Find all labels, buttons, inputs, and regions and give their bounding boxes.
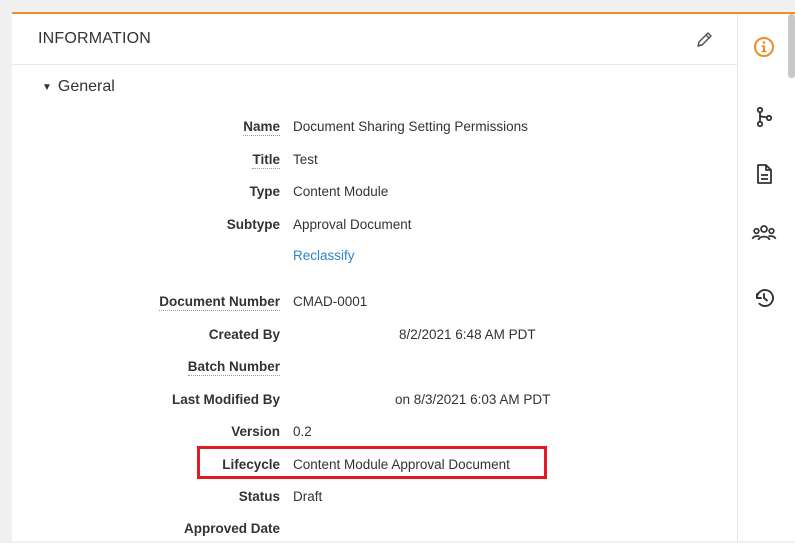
sidebar-accent-border	[737, 12, 795, 14]
field-created-by-row: Created By 8/2/2021 6:48 AM PDT	[12, 323, 737, 349]
field-label-version: Version	[231, 424, 280, 439]
field-last-modified-by-row: Last Modified By on 8/3/2021 6:03 AM PDT	[12, 388, 737, 414]
field-label-document-number: Document Number	[159, 294, 280, 311]
panel-header: INFORMATION	[12, 14, 737, 65]
field-name-row: Name Document Sharing Setting Permission…	[12, 115, 737, 141]
panel-title: INFORMATION	[38, 30, 152, 47]
field-approved-date-row: Approved Date	[12, 517, 737, 543]
field-value-last-modified-by: on 8/3/2021 6:03 AM PDT	[395, 392, 551, 407]
field-label-approved-date: Approved Date	[183, 521, 280, 536]
field-version-row: Version 0.2	[12, 420, 737, 446]
field-value-title: Test	[293, 152, 318, 167]
field-batch-number-row: Batch Number	[12, 355, 737, 381]
field-label-created-by: Created By	[208, 327, 280, 342]
history-icon[interactable]	[750, 284, 778, 312]
field-label-batch-number: Batch Number	[187, 359, 280, 376]
document-icon[interactable]	[750, 160, 778, 188]
field-type-row: Type Content Module	[12, 180, 737, 206]
field-label-name: Name	[243, 119, 280, 136]
scrollbar-thumb[interactable]	[788, 14, 795, 78]
field-value-subtype: Approval Document	[293, 217, 412, 232]
lifecycle-highlight-box	[197, 446, 547, 479]
field-value-name: Document Sharing Setting Permissions	[293, 119, 528, 134]
field-value-created-by: 8/2/2021 6:48 AM PDT	[399, 327, 536, 342]
field-value-status: Draft	[293, 489, 323, 504]
caret-down-icon: ▼	[42, 81, 52, 93]
section-general-label: General	[57, 78, 115, 95]
field-label-subtype: Subtype	[226, 217, 280, 232]
field-document-number-row: Document Number CMAD-0001	[12, 290, 737, 316]
field-label-type: Type	[249, 184, 280, 199]
edit-pencil-icon[interactable]	[692, 28, 716, 52]
field-status-row: Status Draft	[12, 485, 737, 511]
field-label-last-modified-by: Last Modified By	[171, 392, 280, 407]
field-title-row: Title Test	[12, 148, 737, 174]
field-subtype-row: Subtype Approval Document	[12, 213, 737, 239]
field-label-status: Status	[238, 489, 280, 504]
field-value-document-number: CMAD-0001	[293, 294, 368, 309]
section-general-toggle[interactable]: ▼ General	[42, 78, 115, 96]
field-value-type: Content Module	[293, 184, 389, 199]
field-label-title: Title	[252, 152, 280, 169]
field-value-version: 0.2	[293, 424, 312, 439]
users-icon[interactable]	[750, 219, 778, 247]
info-icon[interactable]	[750, 33, 778, 61]
reclassify-link[interactable]: Reclassify	[293, 248, 355, 263]
right-sidebar	[737, 12, 795, 541]
workflow-icon[interactable]	[750, 103, 778, 131]
